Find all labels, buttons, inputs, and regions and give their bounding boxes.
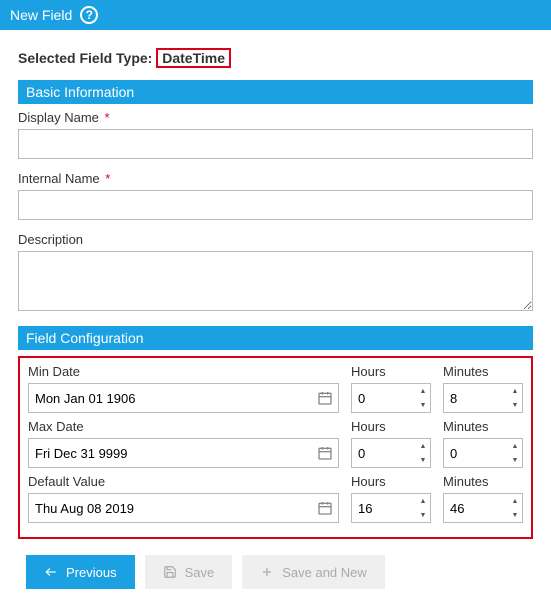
chevron-up-icon[interactable]: ▲ [508, 494, 522, 508]
min-date-label: Min Date [28, 364, 339, 379]
selected-label: Selected Field Type: [18, 50, 152, 66]
default-value-hours-label: Hours [351, 474, 431, 489]
default-value-minutes-label: Minutes [443, 474, 523, 489]
chevron-up-icon[interactable]: ▲ [416, 384, 430, 398]
help-icon[interactable]: ? [80, 6, 98, 24]
description-label: Description [18, 232, 533, 247]
internal-name-block: Internal Name * [18, 171, 533, 220]
default-value-input[interactable] [28, 493, 339, 523]
save-button[interactable]: Save [145, 555, 233, 589]
spinner-buttons: ▲ ▼ [416, 494, 430, 522]
chevron-up-icon[interactable]: ▲ [508, 439, 522, 453]
field-configuration-box: Min Date Hours ▲ ▼ Minutes [18, 356, 533, 539]
save-icon [163, 565, 177, 579]
description-block: Description [18, 232, 533, 314]
required-asterisk: * [105, 171, 110, 186]
spinner-buttons: ▲ ▼ [508, 494, 522, 522]
page-header: New Field ? [0, 0, 551, 30]
max-date-hours-label: Hours [351, 419, 431, 434]
selected-type-value: DateTime [156, 48, 231, 68]
max-date-input[interactable] [28, 438, 339, 468]
spinner-buttons: ▲ ▼ [416, 384, 430, 412]
internal-name-input[interactable] [18, 190, 533, 220]
chevron-up-icon[interactable]: ▲ [416, 439, 430, 453]
max-date-label: Max Date [28, 419, 339, 434]
min-date-row: Min Date Hours ▲ ▼ Minutes [28, 364, 523, 413]
chevron-down-icon[interactable]: ▼ [508, 398, 522, 412]
chevron-down-icon[interactable]: ▼ [508, 453, 522, 467]
previous-button[interactable]: Previous [26, 555, 135, 589]
save-button-label: Save [185, 565, 215, 580]
content: Selected Field Type: DateTime Basic Info… [0, 30, 551, 607]
min-date-input[interactable] [28, 383, 339, 413]
spinner-buttons: ▲ ▼ [508, 439, 522, 467]
min-date-minutes-label: Minutes [443, 364, 523, 379]
chevron-down-icon[interactable]: ▼ [416, 508, 430, 522]
chevron-down-icon[interactable]: ▼ [416, 398, 430, 412]
plus-icon [260, 565, 274, 579]
max-date-minutes-label: Minutes [443, 419, 523, 434]
description-input[interactable] [18, 251, 533, 311]
default-value-row: Default Value Hours ▲ ▼ Minutes [28, 474, 523, 523]
spinner-buttons: ▲ ▼ [508, 384, 522, 412]
internal-name-label: Internal Name * [18, 171, 533, 186]
display-name-input[interactable] [18, 129, 533, 159]
selected-field-type: Selected Field Type: DateTime [18, 48, 533, 68]
section-basic-information: Basic Information [18, 80, 533, 104]
required-asterisk: * [105, 110, 110, 125]
save-and-new-button-label: Save and New [282, 565, 367, 580]
chevron-down-icon[interactable]: ▼ [416, 453, 430, 467]
default-value-label: Default Value [28, 474, 339, 489]
min-date-hours-label: Hours [351, 364, 431, 379]
chevron-down-icon[interactable]: ▼ [508, 508, 522, 522]
previous-button-label: Previous [66, 565, 117, 580]
spinner-buttons: ▲ ▼ [416, 439, 430, 467]
chevron-up-icon[interactable]: ▲ [508, 384, 522, 398]
page-title: New Field [10, 7, 72, 23]
display-name-label: Display Name * [18, 110, 533, 125]
max-date-row: Max Date Hours ▲ ▼ Minutes [28, 419, 523, 468]
save-and-new-button[interactable]: Save and New [242, 555, 385, 589]
button-row: Previous Save Save and New [18, 555, 533, 589]
arrow-left-icon [44, 565, 58, 579]
display-name-block: Display Name * [18, 110, 533, 159]
section-field-configuration: Field Configuration [18, 326, 533, 350]
chevron-up-icon[interactable]: ▲ [416, 494, 430, 508]
